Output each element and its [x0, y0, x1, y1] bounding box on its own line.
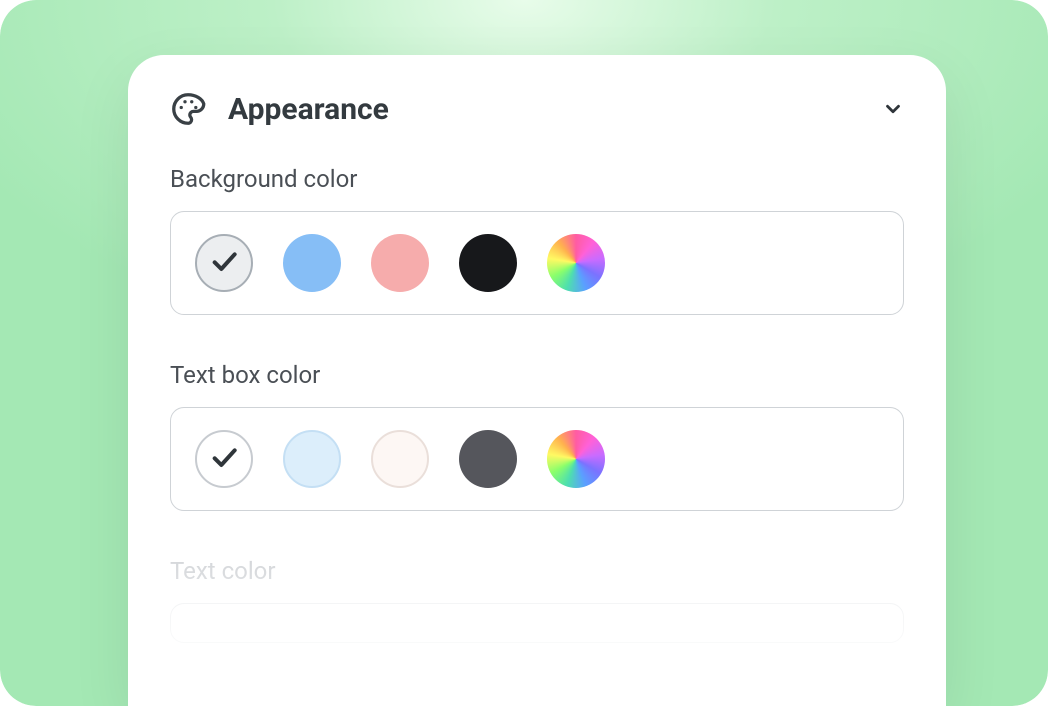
textbox-color-swatches: [170, 407, 904, 511]
appearance-panel: Appearance Background color Text box col…: [128, 55, 946, 706]
background-color-label: Background color: [170, 165, 904, 193]
chevron-down-icon[interactable]: [882, 98, 904, 120]
text-color-swatches: [170, 603, 904, 643]
palette-icon: [170, 91, 206, 127]
swatch-tb-lightblue[interactable]: [283, 430, 341, 488]
swatch-tb-darkgray[interactable]: [459, 430, 517, 488]
swatch-bg-default[interactable]: [195, 234, 253, 292]
swatch-tb-white[interactable]: [195, 430, 253, 488]
textbox-color-label: Text box color: [170, 361, 904, 389]
check-icon: [208, 245, 240, 281]
swatch-bg-blue[interactable]: [283, 234, 341, 292]
text-color-label: Text color: [170, 557, 904, 585]
panel-header[interactable]: Appearance: [170, 91, 904, 127]
swatch-bg-black[interactable]: [459, 234, 517, 292]
panel-title: Appearance: [228, 92, 882, 127]
check-icon: [208, 441, 240, 477]
swatch-bg-custom[interactable]: [547, 234, 605, 292]
swatch-tb-custom[interactable]: [547, 430, 605, 488]
swatch-tb-cream[interactable]: [371, 430, 429, 488]
background-color-swatches: [170, 211, 904, 315]
swatch-bg-pink[interactable]: [371, 234, 429, 292]
